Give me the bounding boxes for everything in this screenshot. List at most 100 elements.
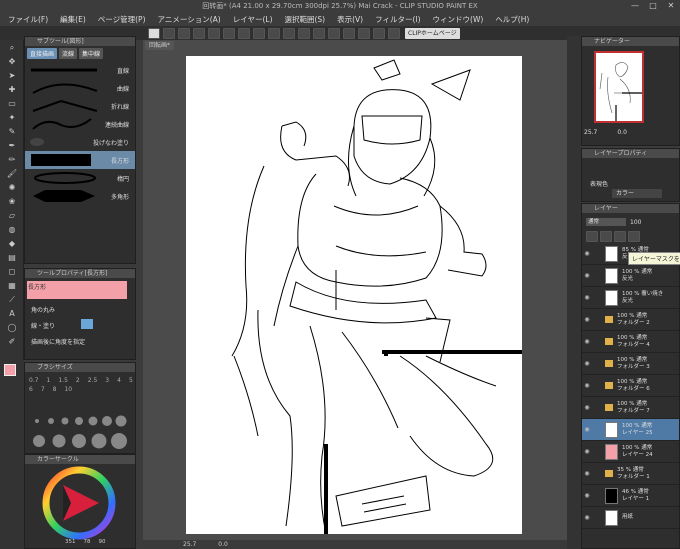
size-option[interactable]: 2.5 — [88, 377, 98, 384]
blend-icon[interactable]: ◍ — [4, 223, 20, 236]
layer-row[interactable]: ◉ 100 % 通常 フォルダー 4 — [582, 331, 679, 353]
redo-icon[interactable] — [208, 27, 220, 39]
menu-edit[interactable]: 編集(E) — [60, 14, 86, 25]
move-tool-icon[interactable]: ✥ — [4, 55, 20, 68]
paste-icon[interactable] — [253, 27, 265, 39]
layer-row[interactable]: ◉ 35 % 通常 フォルダー 1 — [582, 463, 679, 485]
airbrush-icon[interactable]: ✺ — [4, 181, 20, 194]
visibility-eye-icon[interactable]: ◉ — [582, 382, 592, 389]
pencil-icon[interactable]: ✏ — [4, 153, 20, 166]
layer-row[interactable]: ◉ 100 % 通常 フォルダー 6 — [582, 375, 679, 397]
navigator-preview[interactable] — [594, 51, 644, 123]
nav-zoom-value[interactable]: 25.7 — [584, 129, 597, 136]
decoration-icon[interactable]: ❀ — [4, 195, 20, 208]
visibility-eye-icon[interactable]: ◉ — [582, 448, 592, 455]
visibility-eye-icon[interactable]: ◉ — [582, 338, 592, 345]
document-tab[interactable]: 回転画* — [145, 41, 175, 50]
layer-row[interactable]: ◉ 100 % 通常 レイヤー 25 — [582, 419, 679, 441]
hue-ring[interactable] — [41, 465, 117, 541]
subtool-polygon[interactable]: 多角形 — [25, 187, 135, 205]
menu-page[interactable]: ページ管理(P) — [98, 14, 146, 25]
tab-stream-line[interactable]: 流線 — [59, 48, 78, 59]
ruler-icon[interactable]: ⟋ — [4, 293, 20, 306]
subtool-straight-line[interactable]: 直線 — [25, 61, 135, 79]
menu-animation[interactable]: アニメーション(A) — [158, 14, 221, 25]
visibility-eye-icon[interactable]: ◉ — [582, 426, 592, 433]
size-option[interactable]: 1 — [47, 377, 51, 384]
menu-window[interactable]: ウィンドウ(W) — [433, 14, 484, 25]
visibility-eye-icon[interactable]: ◉ — [582, 492, 592, 499]
layer-row[interactable]: ◉ 100 % 覆い焼き 反光 — [582, 287, 679, 309]
size-option[interactable]: 5 — [129, 377, 133, 384]
deselect-icon[interactable] — [313, 27, 325, 39]
snap-perspective-icon[interactable] — [373, 27, 385, 39]
new-folder-icon[interactable] — [600, 231, 612, 242]
layer-row[interactable]: ◉ 100 % 通常 フォルダー 7 — [582, 397, 679, 419]
menu-filter[interactable]: フィルター(I) — [375, 14, 420, 25]
subtool-ellipse[interactable]: 楕円 — [25, 169, 135, 187]
pen-icon[interactable]: ✒ — [4, 139, 20, 152]
text-icon[interactable]: A — [4, 307, 20, 320]
snap-grid-icon[interactable] — [358, 27, 370, 39]
operation-tool-icon[interactable]: ➤ — [4, 69, 20, 82]
open-icon[interactable] — [163, 27, 175, 39]
layer-row[interactable]: ◉ 100 % 通常 レイヤー 24 — [582, 441, 679, 463]
main-color-swatch[interactable] — [4, 364, 16, 376]
eyedropper-icon[interactable]: ✎ — [4, 125, 20, 138]
delete-layer-icon[interactable] — [628, 231, 640, 242]
copy-icon[interactable] — [238, 27, 250, 39]
menu-view[interactable]: 表示(V) — [337, 14, 363, 25]
eraser-icon[interactable]: ▱ — [4, 209, 20, 222]
subtool-rectangle[interactable]: 長方形 — [25, 151, 135, 169]
layer-row[interactable]: ◉ 用紙 — [582, 507, 679, 529]
layer-mask-icon[interactable] — [614, 231, 626, 242]
line-fill-toggle[interactable] — [81, 319, 93, 329]
blend-mode-select[interactable]: 通常 — [586, 218, 626, 226]
fill-icon[interactable] — [283, 27, 295, 39]
gradient-icon[interactable]: ▤ — [4, 251, 20, 264]
status-zoom[interactable]: 25.7 — [183, 541, 196, 548]
visibility-eye-icon[interactable]: ◉ — [582, 272, 592, 279]
size-option[interactable]: 4 — [117, 377, 121, 384]
clear-icon[interactable] — [268, 27, 280, 39]
subtool-curve[interactable]: 曲線 — [25, 79, 135, 97]
visibility-eye-icon[interactable]: ◉ — [582, 360, 592, 367]
color-mode-select[interactable]: カラー — [612, 189, 662, 198]
visibility-eye-icon[interactable]: ◉ — [582, 404, 592, 411]
balloon-icon[interactable]: ◯ — [4, 321, 20, 334]
maximize-button[interactable]: □ — [646, 1, 660, 11]
save-icon[interactable] — [178, 27, 190, 39]
menu-layer[interactable]: レイヤー(L) — [233, 14, 273, 25]
new-icon[interactable] — [148, 27, 160, 39]
close-button[interactable]: ✕ — [664, 1, 678, 11]
subtool-polyline[interactable]: 折れ線 — [25, 97, 135, 115]
snap-ruler-icon[interactable] — [343, 27, 355, 39]
new-layer-icon[interactable] — [586, 231, 598, 242]
brush-icon[interactable]: 🖌 — [4, 167, 20, 180]
subtool-lasso-fill[interactable]: 投げなわ塗り — [25, 133, 135, 151]
layer-row[interactable]: ◉ 100 % 通常 反光 — [582, 265, 679, 287]
layer-row[interactable]: ◉ 46 % 通常 レイヤー 1 — [582, 485, 679, 507]
frame-icon[interactable]: ▦ — [4, 279, 20, 292]
nav-rotation-value[interactable]: 0.0 — [617, 129, 627, 136]
size-option[interactable]: 6 — [29, 386, 33, 393]
tab-direct-draw[interactable]: 直接描画 — [27, 48, 58, 59]
visibility-eye-icon[interactable]: ◉ — [582, 514, 592, 521]
opacity-value[interactable]: 100 — [630, 219, 641, 226]
size-option[interactable]: 2 — [76, 377, 80, 384]
correct-line-icon[interactable]: ✐ — [4, 335, 20, 348]
transform-icon[interactable] — [298, 27, 310, 39]
menu-selection[interactable]: 選択範囲(S) — [285, 14, 326, 25]
menu-file[interactable]: ファイル(F) — [8, 14, 48, 25]
fill-tool-icon[interactable]: ◆ — [4, 237, 20, 250]
canvas-paper[interactable] — [186, 56, 522, 535]
print-icon[interactable] — [388, 27, 400, 39]
move-layer-icon[interactable]: ✚ — [4, 83, 20, 96]
visibility-eye-icon[interactable]: ◉ — [582, 294, 592, 301]
clip-homepage-button[interactable]: CLIPホームページ — [405, 27, 460, 39]
size-option[interactable]: 1.5 — [58, 377, 68, 384]
invert-icon[interactable] — [328, 27, 340, 39]
visibility-eye-icon[interactable]: ◉ — [582, 316, 592, 323]
selection-icon[interactable]: ▭ — [4, 97, 20, 110]
cut-icon[interactable] — [223, 27, 235, 39]
